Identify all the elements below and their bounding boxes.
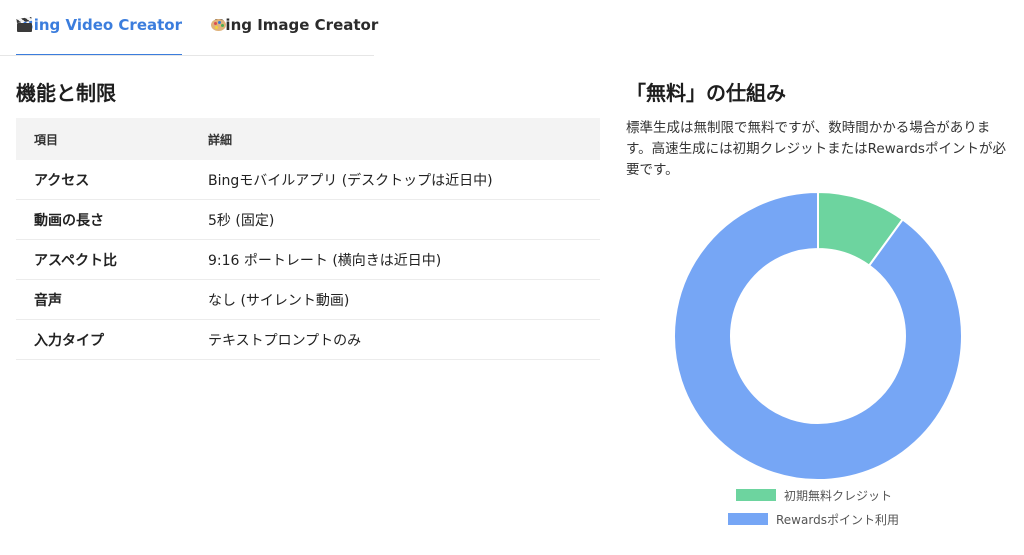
table-row: アクセス Bingモバイルアプリ (デスクトップは近日中)	[16, 160, 600, 200]
donut-chart-svg	[673, 190, 963, 481]
row-item: アスペクト比	[16, 239, 190, 280]
legend-swatch	[736, 489, 776, 501]
row-detail: なし (サイレント動画)	[190, 279, 600, 320]
tab-bar: Bing Video Creator Bing Image Creator	[0, 0, 1024, 56]
row-item: 動画の長さ	[16, 199, 190, 240]
row-item: 音声	[16, 279, 190, 320]
features-title: 機能と制限	[16, 81, 116, 105]
row-item: アクセス	[16, 160, 190, 200]
legend-swatch	[728, 513, 768, 525]
row-detail: 5秒 (固定)	[190, 199, 600, 240]
row-detail: 9:16 ポートレート (横向きは近日中)	[190, 239, 600, 280]
table-row: 音声 なし (サイレント動画)	[16, 279, 600, 320]
row-item: 入力タイプ	[16, 319, 190, 360]
tab-label: Bing Video Creator	[22, 16, 182, 34]
table-row: 入力タイプ テキストプロンプトのみ	[16, 319, 600, 360]
legend-label: 初期無料クレジット	[784, 488, 893, 503]
features-table: 項目 詳細 アクセス Bingモバイルアプリ (デスクトップは近日中) 動画の長…	[16, 118, 600, 360]
column-header-item: 項目	[16, 118, 190, 160]
tab-divider	[0, 55, 374, 56]
pricing-donut-chart	[660, 186, 980, 531]
legend-item[interactable]: Rewardsポイント利用	[728, 511, 899, 527]
legend-item[interactable]: 初期無料クレジット	[736, 487, 892, 503]
row-detail: テキストプロンプトのみ	[190, 319, 600, 360]
table-header-row: 項目 詳細	[16, 118, 600, 160]
donut-slice-2[interactable]	[673, 190, 963, 481]
legend-label: Rewardsポイント利用	[776, 512, 899, 527]
table-row: アスペクト比 9:16 ポートレート (横向きは近日中)	[16, 239, 600, 280]
tab-bing-image-creator[interactable]: Bing Image Creator	[210, 16, 378, 56]
tab-bing-video-creator[interactable]: Bing Video Creator	[16, 16, 182, 56]
column-header-detail: 詳細	[190, 118, 600, 160]
table-row: 動画の長さ 5秒 (固定)	[16, 199, 600, 240]
clapperboard-icon	[16, 16, 32, 32]
tab-label: Bing Image Creator	[214, 16, 379, 34]
pricing-title: 「無料」の仕組み	[626, 81, 786, 105]
pricing-description: 標準生成は無制限で無料ですが、数時間かかる場合があります。高速生成には初期クレジ…	[626, 120, 1006, 178]
row-detail: Bingモバイルアプリ (デスクトップは近日中)	[190, 160, 600, 200]
